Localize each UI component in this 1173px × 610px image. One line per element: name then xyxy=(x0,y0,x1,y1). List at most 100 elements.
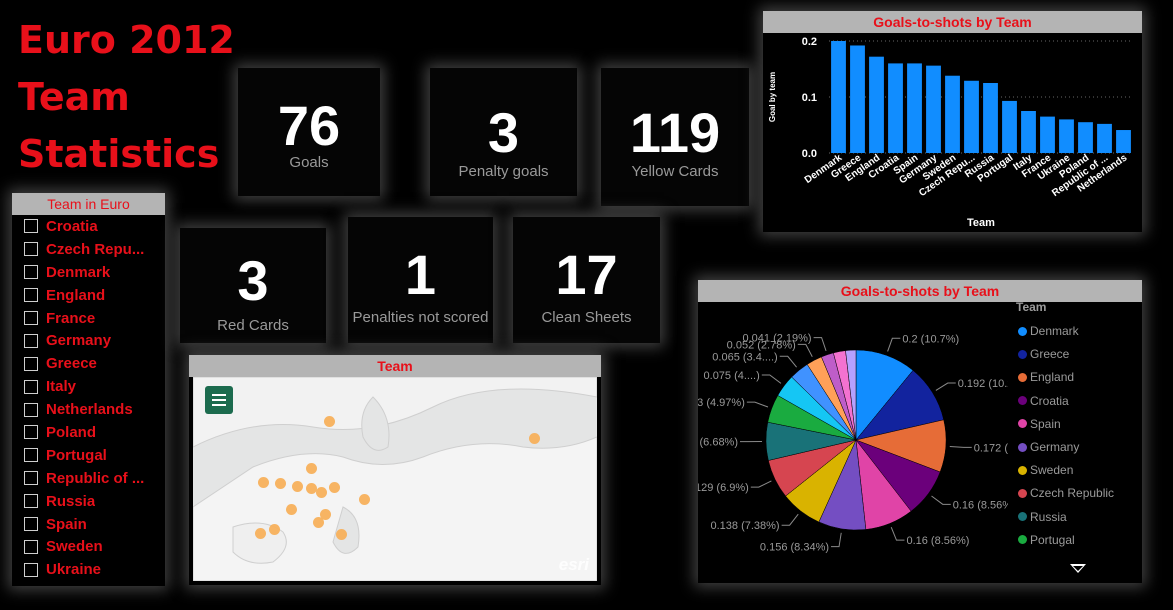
slice-data-label: 0.2 (10.7%) xyxy=(902,333,959,345)
checkbox-icon[interactable] xyxy=(24,219,38,234)
slicer-item[interactable]: Denmark xyxy=(12,261,165,284)
bar[interactable] xyxy=(926,65,941,153)
bar[interactable] xyxy=(1059,119,1074,153)
checkbox-icon[interactable] xyxy=(24,425,38,440)
bar[interactable] xyxy=(888,63,903,153)
bar-chart[interactable]: 0.00.10.2Goal by teamDenmarkGreeceEnglan… xyxy=(763,33,1142,232)
checkbox-icon[interactable] xyxy=(24,379,38,394)
legend-item[interactable]: Germany xyxy=(1018,440,1079,454)
legend-label: Czech Republic xyxy=(1030,486,1115,501)
legend-item[interactable]: Russia xyxy=(1018,510,1067,524)
pie-chart[interactable]: 0.2 (10.7%) 0.192 (10.27%) 0.172 (9.2%) 0.1… xyxy=(698,302,1008,583)
map-point[interactable] xyxy=(329,482,340,493)
goals-to-shots-bar-panel: Goals-to-shots by Team 0.0 0.1 0.2 Goal by … xyxy=(763,11,1142,232)
slicer-item[interactable]: Russia xyxy=(12,490,165,513)
legend-item[interactable]: Spain xyxy=(1018,417,1061,431)
leader-line xyxy=(781,513,799,526)
map-point[interactable] xyxy=(313,517,324,528)
slicer-item[interactable]: Sweden xyxy=(12,535,165,558)
goals-label: Goals xyxy=(289,154,329,171)
map-point[interactable] xyxy=(359,494,370,505)
slicer-item[interactable]: England xyxy=(12,284,165,307)
slicer-item[interactable]: Italy xyxy=(12,375,165,398)
clean-sheets-card[interactable]: 17 Clean Sheets xyxy=(513,217,660,343)
map-point[interactable] xyxy=(529,433,540,444)
legend-dot-icon xyxy=(1018,488,1027,498)
checkbox-icon[interactable] xyxy=(24,242,38,257)
map-point[interactable] xyxy=(336,529,347,540)
hamburger-menu-icon[interactable] xyxy=(205,386,233,414)
checkbox-icon[interactable] xyxy=(24,265,38,280)
goals-card[interactable]: 76 Goals xyxy=(238,68,380,196)
legend-scroll-down-icon[interactable] xyxy=(1070,564,1086,573)
legend-item[interactable]: Greece xyxy=(1018,347,1069,361)
slicer-item[interactable]: Germany xyxy=(12,329,165,352)
pie-chart-header: Goals-to-shots by Team xyxy=(698,280,1142,302)
checkbox-icon[interactable] xyxy=(24,539,38,554)
map-point[interactable] xyxy=(275,478,286,489)
map-canvas[interactable]: esri xyxy=(193,377,597,581)
checkbox-icon[interactable] xyxy=(24,311,38,325)
legend-item[interactable]: Denmark xyxy=(1018,324,1079,338)
slicer-item[interactable]: Republic of ... xyxy=(12,467,165,490)
checkbox-icon[interactable] xyxy=(24,402,38,417)
slicer-item[interactable]: Ukraine xyxy=(12,558,165,581)
bar-chart-header: Goals-to-shots by Team xyxy=(763,11,1142,33)
bar[interactable] xyxy=(869,56,884,153)
bar[interactable] xyxy=(831,41,846,153)
y-tick-label: 0.2 xyxy=(802,36,817,48)
bar[interactable] xyxy=(945,75,960,153)
goals-value: 76 xyxy=(277,94,341,157)
slice-data-label: 0.041 (2.19%) xyxy=(742,333,811,345)
slicer-item[interactable]: Portugal xyxy=(12,444,165,467)
checkbox-icon[interactable] xyxy=(24,333,38,348)
slicer-item[interactable]: Netherlands xyxy=(12,398,165,421)
slicer-item[interactable]: Poland xyxy=(12,421,165,444)
map-point[interactable] xyxy=(316,487,327,498)
bar[interactable] xyxy=(1002,100,1017,153)
slicer-item[interactable]: France xyxy=(12,307,165,330)
map-point[interactable] xyxy=(286,504,297,515)
leader-line xyxy=(931,495,951,505)
penalty-goals-card[interactable]: 3 Penalty goals xyxy=(430,68,577,196)
legend-item[interactable]: Croatia xyxy=(1018,394,1069,408)
legend-title: Team xyxy=(1016,300,1047,314)
legend-item[interactable]: Sweden xyxy=(1018,463,1073,477)
legend-label: Portugal xyxy=(1030,532,1075,547)
map-point[interactable] xyxy=(258,477,269,488)
slicer-item[interactable]: Czech Repu... xyxy=(12,238,165,261)
checkbox-icon[interactable] xyxy=(24,356,38,371)
map-point[interactable] xyxy=(306,463,317,474)
bar[interactable] xyxy=(850,45,865,154)
bar[interactable] xyxy=(1040,116,1055,153)
map-point[interactable] xyxy=(292,481,303,492)
map-point[interactable] xyxy=(269,524,280,535)
bar[interactable] xyxy=(1116,130,1131,153)
slicer-item[interactable]: Croatia xyxy=(12,215,165,238)
red-cards-card[interactable]: 3 Red Cards xyxy=(180,228,326,343)
yellow-cards-card[interactable]: 119 Yellow Cards xyxy=(601,68,749,206)
bar[interactable] xyxy=(1078,122,1093,153)
bar[interactable] xyxy=(1097,123,1112,153)
map-point[interactable] xyxy=(255,528,266,539)
slice-data-label: 0.156 (8.34%) xyxy=(760,542,829,554)
bar[interactable] xyxy=(983,83,998,153)
legend-item[interactable]: Czech Republic xyxy=(1018,486,1114,500)
legend-item[interactable]: England xyxy=(1018,370,1074,384)
title-line-3: Statistics xyxy=(18,132,220,176)
bar[interactable] xyxy=(964,80,979,153)
penalties-not-scored-card[interactable]: 1 Penalties not scored xyxy=(348,217,493,343)
slicer-item[interactable]: Greece xyxy=(12,352,165,375)
legend-item[interactable]: Portugal xyxy=(1018,533,1075,547)
checkbox-icon[interactable] xyxy=(24,448,38,463)
map-point[interactable] xyxy=(324,416,335,427)
slicer-item[interactable]: Spain xyxy=(12,513,165,536)
checkbox-icon[interactable] xyxy=(24,471,38,486)
checkbox-icon[interactable] xyxy=(24,494,38,509)
bar[interactable] xyxy=(1021,111,1036,153)
bar[interactable] xyxy=(907,63,922,153)
leader-line xyxy=(779,355,797,368)
checkbox-icon[interactable] xyxy=(24,517,38,532)
checkbox-icon[interactable] xyxy=(24,288,38,303)
checkbox-icon[interactable] xyxy=(24,562,38,577)
